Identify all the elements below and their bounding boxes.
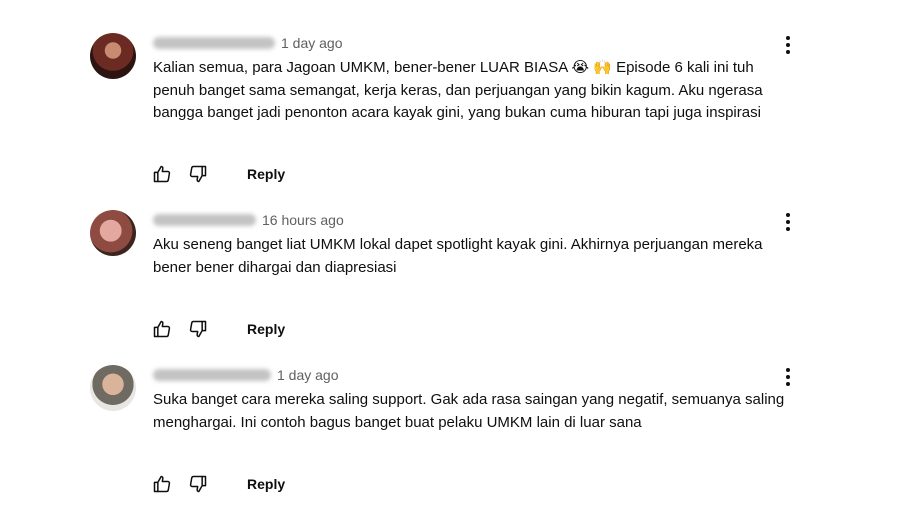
comment-actions: Reply xyxy=(150,472,285,496)
like-button[interactable] xyxy=(150,472,174,496)
avatar[interactable] xyxy=(90,210,136,256)
dislike-button[interactable] xyxy=(186,472,210,496)
like-button[interactable] xyxy=(150,317,174,341)
author-handle-blurred[interactable] xyxy=(153,37,275,49)
reply-button[interactable]: Reply xyxy=(247,166,285,182)
comment-text: Aku seneng banget liat UMKM lokal dapet … xyxy=(153,236,763,276)
comment-actions: Reply xyxy=(150,317,285,341)
dislike-button[interactable] xyxy=(186,162,210,186)
author-handle-blurred[interactable] xyxy=(153,369,271,381)
comment-header: 1 day ago xyxy=(153,365,339,385)
reply-button[interactable]: Reply xyxy=(247,476,285,492)
avatar[interactable] xyxy=(90,33,136,79)
thumb-up-icon xyxy=(153,165,171,183)
comment-header: 1 day ago xyxy=(153,33,343,53)
thumb-up-icon xyxy=(153,475,171,493)
more-options-icon[interactable] xyxy=(776,33,800,57)
thumb-up-icon xyxy=(153,320,171,338)
avatar[interactable] xyxy=(90,365,136,411)
thumb-down-icon xyxy=(189,165,207,183)
more-options-icon[interactable] xyxy=(776,210,800,234)
comment-header: 16 hours ago xyxy=(153,210,344,230)
dislike-button[interactable] xyxy=(186,317,210,341)
like-button[interactable] xyxy=(150,162,174,186)
comment-timestamp[interactable]: 1 day ago xyxy=(277,367,339,383)
author-handle-blurred[interactable] xyxy=(153,214,256,226)
thumb-down-icon xyxy=(189,475,207,493)
comment-actions: Reply xyxy=(150,162,285,186)
comment-timestamp[interactable]: 16 hours ago xyxy=(262,212,344,228)
comment-text: Kalian semua, para Jagoan UMKM, bener-be… xyxy=(153,59,763,121)
reply-button[interactable]: Reply xyxy=(247,321,285,337)
comment-timestamp[interactable]: 1 day ago xyxy=(281,35,343,51)
thumb-down-icon xyxy=(189,320,207,338)
comment-text: Suka banget cara mereka saling support. … xyxy=(153,391,785,431)
more-options-icon[interactable] xyxy=(776,365,800,389)
